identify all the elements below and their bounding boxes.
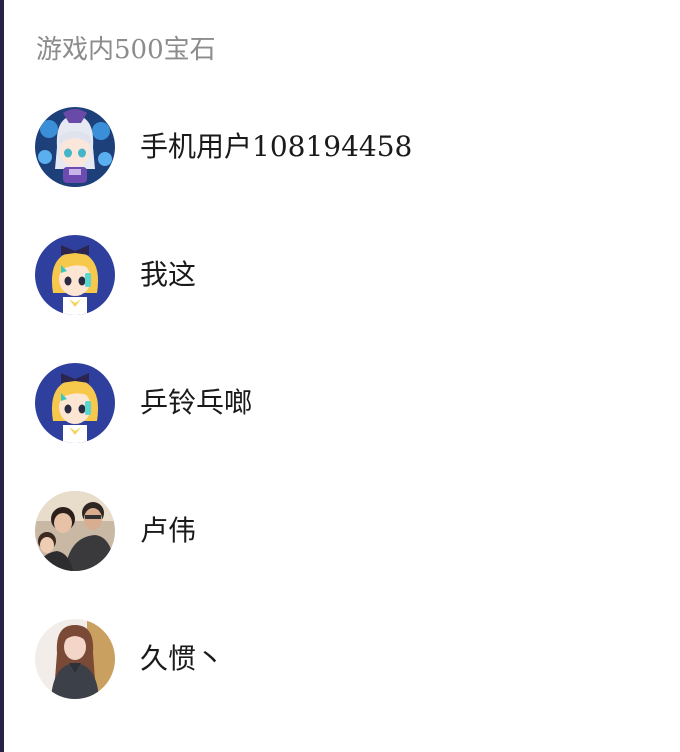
username: 手机用户108194458: [140, 130, 413, 163]
list-item[interactable]: 乒铃乓啷: [35, 363, 675, 491]
anime-blonde-girl-avatar-icon[interactable]: [35, 235, 115, 315]
left-edge-divider: [0, 0, 4, 752]
list-item[interactable]: 卢伟: [35, 491, 675, 619]
username: 我这: [140, 258, 197, 291]
woman-photo-avatar-icon[interactable]: [35, 619, 115, 699]
username: 乒铃乓啷: [140, 386, 253, 419]
username: 久惯丶: [140, 642, 225, 675]
family-photo-avatar-icon[interactable]: [35, 491, 115, 571]
list-item[interactable]: 我这: [35, 235, 675, 363]
reward-title: 游戏内500宝石: [36, 35, 216, 65]
list-item[interactable]: 久惯丶: [35, 619, 675, 747]
user-list: 手机用户108194458 我这 乒铃乓啷 卢伟 久惯丶: [35, 107, 675, 747]
anime-silver-hair-avatar-icon[interactable]: [35, 107, 115, 187]
list-item[interactable]: 手机用户108194458: [35, 107, 675, 235]
username: 卢伟: [140, 514, 197, 547]
anime-blonde-girl-avatar-icon[interactable]: [35, 363, 115, 443]
